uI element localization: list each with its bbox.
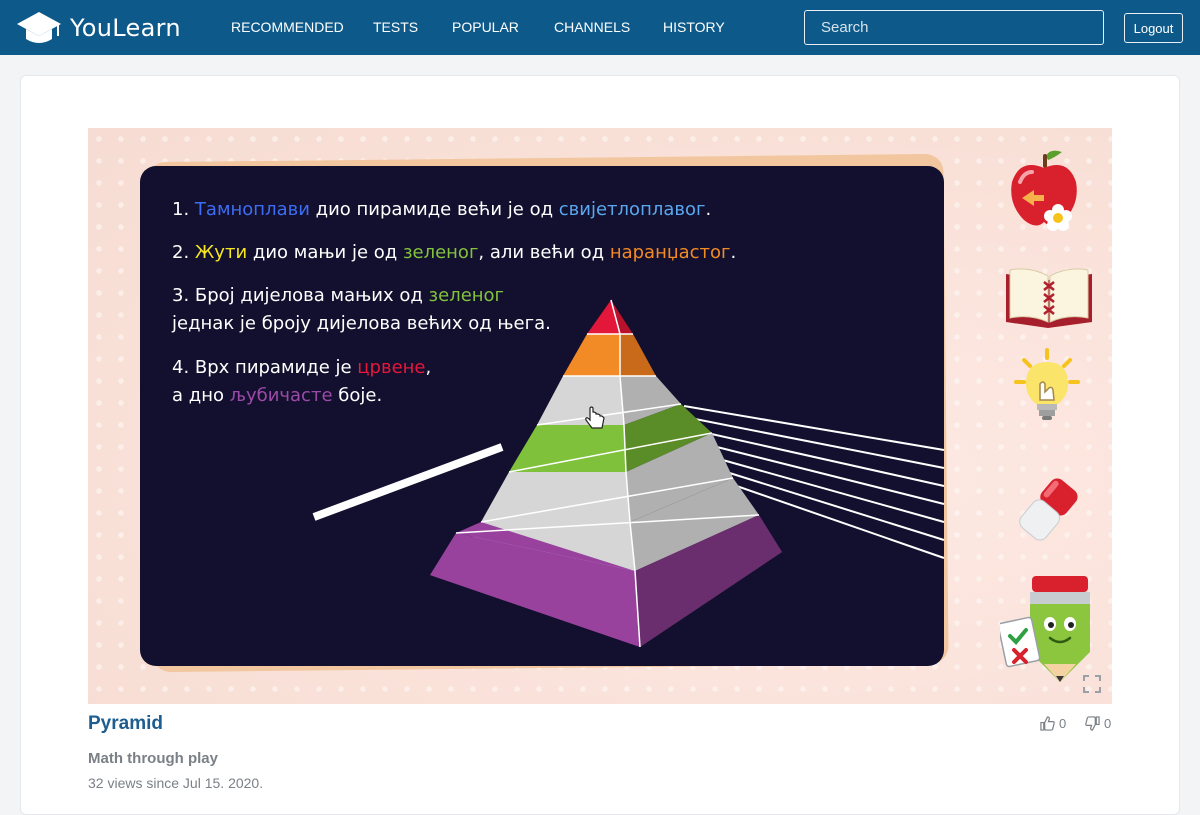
- graduation-cap-icon: [17, 12, 61, 43]
- nav-recommended[interactable]: RECOMMENDED: [231, 19, 344, 35]
- lightbulb-hint-icon[interactable]: [1012, 348, 1082, 428]
- fullscreen-icon[interactable]: [1082, 674, 1102, 694]
- like-count: 0: [1059, 716, 1067, 731]
- channel-name[interactable]: Math through play: [88, 750, 218, 767]
- nav-popular[interactable]: POPULAR: [452, 19, 519, 35]
- incoming-light-beam: [312, 443, 504, 521]
- video-title[interactable]: Pyramid: [88, 713, 163, 735]
- dislike-count: 0: [1104, 716, 1112, 731]
- search-input[interactable]: [804, 10, 1104, 45]
- view-count: 32 views since Jul 15. 2020.: [88, 775, 264, 791]
- thumbs-up-icon: [1040, 716, 1055, 731]
- brand-logo[interactable]: YouLearn: [16, 10, 181, 46]
- nav-channels[interactable]: CHANNELS: [554, 19, 630, 35]
- eraser-icon[interactable]: [1018, 472, 1078, 548]
- dislike-button[interactable]: 0: [1085, 716, 1111, 731]
- book-icon[interactable]: [1004, 264, 1094, 330]
- thumbs-down-icon: [1085, 716, 1100, 731]
- like-button[interactable]: 0: [1040, 716, 1066, 731]
- logout-button[interactable]: Logout: [1124, 13, 1183, 43]
- video-player[interactable]: 1. Тамноплави дио пирамиде већи је од св…: [88, 128, 1112, 704]
- nav-tests[interactable]: TESTS: [373, 19, 418, 35]
- nav-history[interactable]: HISTORY: [663, 19, 725, 35]
- pyramid-illustration: [312, 299, 945, 648]
- apple-back-icon[interactable]: [1006, 148, 1084, 238]
- pencil-mascot-icon[interactable]: [1000, 572, 1100, 686]
- top-navbar: YouLearn RECOMMENDED TESTS POPULAR CHANN…: [0, 0, 1200, 55]
- brand-name: YouLearn: [70, 14, 181, 42]
